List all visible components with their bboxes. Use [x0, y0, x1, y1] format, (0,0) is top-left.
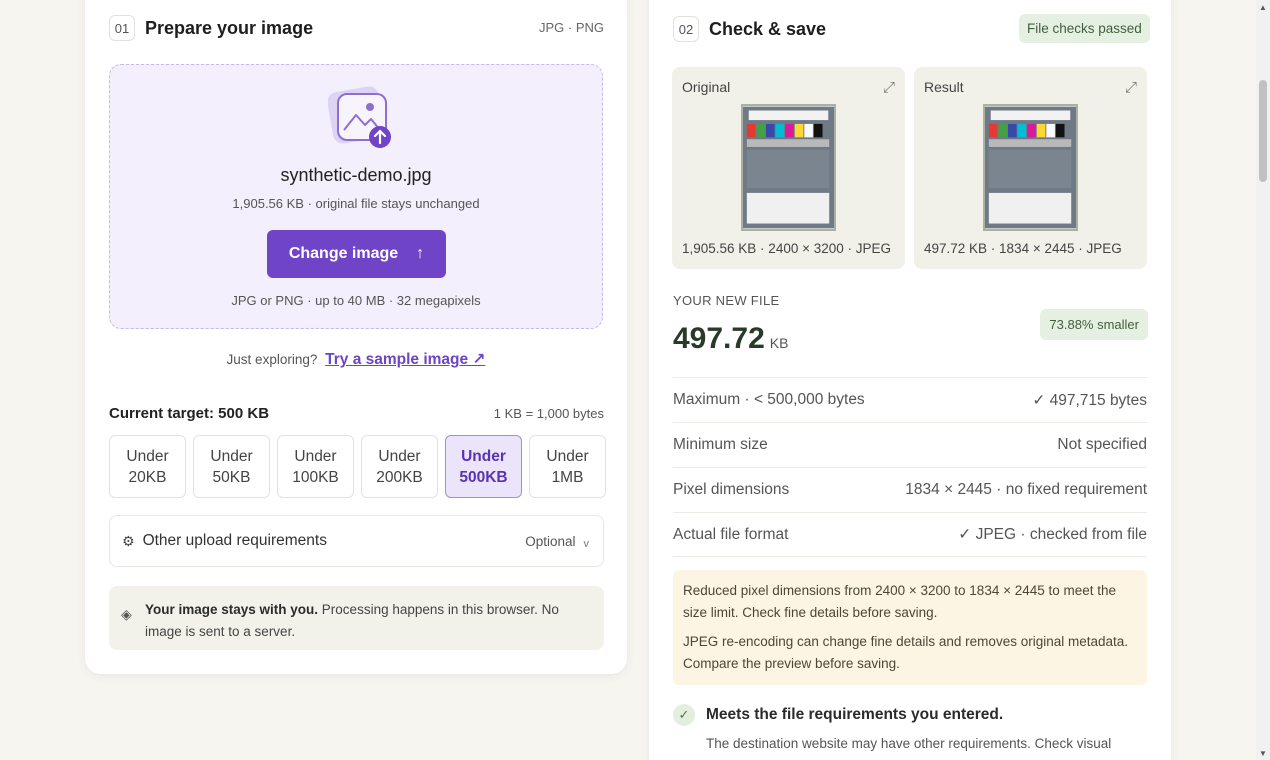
- new-file-unit: KB: [769, 335, 789, 351]
- privacy-notice: ◈ Your image stays with you. Processing …: [109, 586, 604, 650]
- check-card: 02 Check & save File checks passed Origi…: [649, 0, 1171, 760]
- prepare-card: 01 Prepare your image JPG · PNG syntheti…: [85, 0, 627, 674]
- check-row-value: 1834 × 2445 · no fixed requirement: [905, 481, 1147, 498]
- size-preset-line2: 50KB: [212, 468, 251, 486]
- result-label: Result: [924, 79, 964, 95]
- check-row-label: Minimum size: [673, 436, 768, 453]
- current-target: Current target: 500 KB: [109, 405, 270, 422]
- size-preset-20kb[interactable]: Under 20KB: [109, 435, 186, 498]
- check-row-value: ✓ 497,715 bytes: [1032, 391, 1147, 409]
- note-jpeg: JPEG re-encoding can change fine details…: [683, 634, 1129, 671]
- size-preset-line1: Under: [126, 447, 169, 465]
- privacy-heading: Your image stays with you.: [145, 602, 319, 617]
- size-preset-50kb[interactable]: Under 50KB: [193, 435, 270, 498]
- new-file-label: YOUR NEW FILE: [673, 293, 780, 308]
- check-header: 02 Check & save: [673, 16, 826, 42]
- check-icon: ✓: [673, 704, 695, 726]
- scroll-thumb[interactable]: [1259, 80, 1267, 182]
- explore-prefix: Just exploring?: [226, 352, 318, 367]
- kb-definition: 1 KB = 1,000 bytes: [493, 406, 604, 421]
- meets-requirements: ✓ Meets the file requirements you entere…: [673, 704, 1003, 726]
- prepare-title: Prepare your image: [145, 17, 314, 38]
- scroll-down-icon[interactable]: ▼: [1259, 749, 1267, 758]
- page-scrollbar[interactable]: ▲ ▼: [1256, 0, 1270, 760]
- check-row-value: Not specified: [1057, 436, 1147, 453]
- sample-image-link[interactable]: Try a sample image ↗: [325, 351, 485, 368]
- step-number: 02: [673, 16, 699, 42]
- scroll-up-icon[interactable]: ▲: [1259, 3, 1267, 12]
- file-name: synthetic-demo.jpg: [280, 165, 432, 185]
- size-preset-line2: 500KB: [459, 468, 508, 486]
- change-image-label: Change image: [288, 245, 399, 262]
- result-thumbnail: [983, 104, 1078, 231]
- new-file-size: 497.72 KB: [673, 322, 788, 356]
- other-requirements-toggle[interactable]: ⚙ Other upload requirements Optional v: [109, 515, 604, 567]
- check-row: Pixel dimensions 1834 × 2445 · no fixed …: [673, 467, 1147, 512]
- size-preset-line2: 20KB: [128, 468, 167, 486]
- check-row-label: Maximum · < 500,000 bytes: [673, 391, 865, 408]
- size-preset-line1: Under: [210, 447, 253, 465]
- processing-note: Reduced pixel dimensions from 2400 × 320…: [673, 570, 1147, 685]
- result-info: 497.72 KB · 1834 × 2445 · JPEG: [924, 241, 1122, 256]
- original-preview: Original ⤢ 1,905.56 KB · 2400 × 3200 · J…: [672, 67, 905, 269]
- note-resize: Reduced pixel dimensions from 2400 × 320…: [683, 583, 1117, 620]
- size-preset-line1: Under: [294, 447, 337, 465]
- size-presets: Under 20KB Under 50KB Under 100KB Under 200K…: [109, 435, 606, 498]
- meets-subtext: The destination website may have other r…: [706, 736, 1112, 751]
- prepare-header: 01 Prepare your image: [109, 15, 313, 41]
- file-info: 1,905.56 KB · original file stays unchan…: [232, 196, 480, 211]
- check-row: Actual file format ✓ JPEG · checked from…: [673, 512, 1147, 557]
- original-thumbnail: [741, 104, 836, 231]
- check-row: Maximum · < 500,000 bytes ✓ 497,715 byte…: [673, 377, 1147, 422]
- upload-arrow-icon: ↑: [416, 245, 425, 262]
- chevron-down-icon: v: [583, 538, 590, 550]
- shield-icon: ◈: [121, 606, 132, 622]
- new-file-number: 497.72: [673, 322, 765, 355]
- size-preset-500kb[interactable]: Under 500KB: [445, 435, 522, 498]
- explore-line: Just exploring? Try a sample image ↗: [85, 350, 627, 369]
- check-row-label: Pixel dimensions: [673, 481, 790, 498]
- size-preset-line1: Under: [378, 447, 421, 465]
- check-row-value: ✓ JPEG · checked from file: [958, 526, 1147, 543]
- requirement-checks: Maximum · < 500,000 bytes ✓ 497,715 byte…: [673, 377, 1147, 557]
- expand-icon[interactable]: ⤢: [883, 79, 895, 96]
- original-label: Original: [682, 79, 731, 95]
- size-preset-100kb[interactable]: Under 100KB: [277, 435, 354, 498]
- upload-limits: JPG or PNG · up to 40 MB · 32 megapixels: [231, 293, 481, 308]
- optional-label: Optional: [525, 533, 576, 549]
- image-upload-icon: [328, 86, 391, 148]
- size-preset-1mb[interactable]: Under 1MB: [529, 435, 606, 498]
- check-row-label: Actual file format: [673, 525, 789, 543]
- checks-passed-badge: File checks passed: [1019, 14, 1150, 43]
- original-info: 1,905.56 KB · 2400 × 3200 · JPEG: [682, 241, 892, 256]
- size-preset-line2: 200KB: [376, 468, 423, 486]
- gear-icon: ⚙: [122, 532, 135, 549]
- expand-icon[interactable]: ⤢: [1125, 79, 1137, 96]
- result-preview: Result ⤢ 497.72 KB · 1834 × 2445 · JPEG: [914, 67, 1147, 269]
- size-preset-line2: 1MB: [551, 468, 584, 486]
- size-preset-line1: Under: [461, 447, 506, 465]
- image-dropzone[interactable]: synthetic-demo.jpg 1,905.56 KB · origina…: [109, 64, 603, 329]
- reduction-badge: 73.88% smaller: [1040, 309, 1148, 340]
- accepted-formats: JPG · PNG: [538, 20, 604, 35]
- size-preset-200kb[interactable]: Under 200KB: [361, 435, 438, 498]
- size-preset-line1: Under: [546, 447, 589, 465]
- check-row: Minimum size Not specified: [673, 422, 1147, 467]
- check-title: Check & save: [709, 18, 827, 39]
- step-number: 01: [109, 15, 135, 41]
- change-image-button[interactable]: Change image ↑: [267, 230, 446, 278]
- size-preset-line2: 100KB: [292, 468, 339, 486]
- meets-heading: Meets the file requirements you entered.: [706, 706, 1004, 723]
- other-requirements-label: Other upload requirements: [142, 532, 327, 549]
